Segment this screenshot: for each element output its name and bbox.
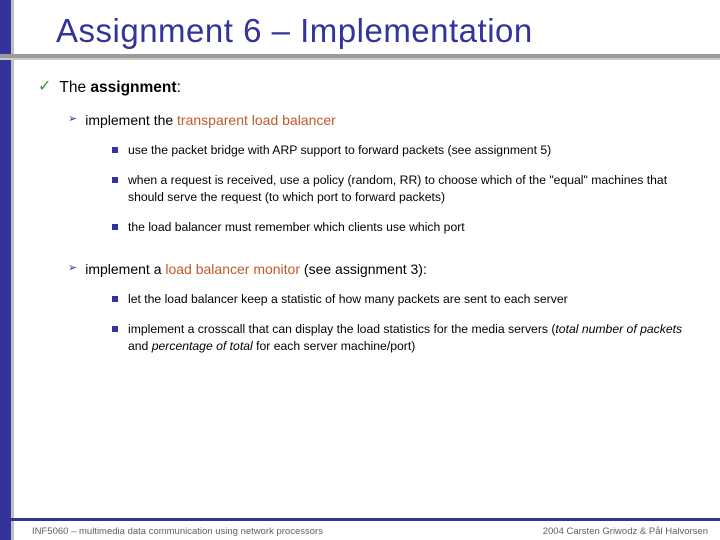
checkmark-icon: ✓: [38, 79, 51, 99]
bullet-level3: the load balancer must remember which cl…: [112, 219, 700, 235]
l3-text-3: the load balancer must remember which cl…: [128, 219, 465, 235]
bullet-level1: ✓ The assignment:: [38, 78, 700, 99]
l1-pre: The: [59, 79, 90, 96]
footer-divider: [0, 518, 720, 521]
b5-mid: and: [128, 339, 152, 353]
level2-text: implement the transparent load balancer: [85, 111, 336, 130]
footer-right-text: 2004 Carsten Griwodz & Pål Halvorsen: [543, 526, 708, 537]
slide: Assignment 6 – Implementation ✓ The assi…: [0, 0, 720, 540]
b5-italic-2: percentage of total: [152, 339, 253, 353]
b5-pre: implement a crosscall that can display t…: [128, 322, 555, 336]
l3-text-4: let the load balancer keep a statistic o…: [128, 291, 568, 307]
l3-text-1: use the packet bridge with ARP support t…: [128, 142, 551, 158]
l1-bold: assignment: [90, 79, 176, 96]
l2a-pre: implement the: [85, 112, 177, 128]
square-icon: [112, 296, 118, 302]
l2b-pre: implement a: [85, 261, 165, 277]
square-icon: [112, 177, 118, 183]
l3-text-5: implement a crosscall that can display t…: [128, 321, 694, 354]
b5-italic-1: total number of packets: [555, 322, 682, 336]
bullet-level2: ➢ implement a load balancer monitor (see…: [68, 260, 700, 279]
level2-text-2: implement a load balancer monitor (see a…: [85, 260, 427, 279]
bullet-level3: when a request is received, use a policy…: [112, 172, 700, 205]
l2a-keyword: transparent load balancer: [177, 112, 336, 128]
l1-after: :: [177, 79, 181, 96]
bullet-level2: ➢ implement the transparent load balance…: [68, 111, 700, 130]
slide-title: Assignment 6 – Implementation: [56, 12, 700, 50]
square-icon: [112, 224, 118, 230]
level1-text: The assignment:: [59, 78, 180, 99]
l2b-post: (see assignment 3):: [300, 261, 427, 277]
bullet-level3: let the load balancer keep a statistic o…: [112, 291, 700, 307]
b5-post: for each server machine/port): [253, 339, 416, 353]
footer-left-text: INF5060 – multimedia data communication …: [32, 526, 323, 537]
bullet-level3: implement a crosscall that can display t…: [112, 321, 700, 354]
square-icon: [112, 147, 118, 153]
square-icon: [112, 326, 118, 332]
title-area: Assignment 6 – Implementation: [0, 0, 720, 54]
content-area: ✓ The assignment: ➢ implement the transp…: [0, 54, 720, 354]
l3-text-2: when a request is received, use a policy…: [128, 172, 694, 205]
arrow-icon: ➢: [68, 262, 77, 279]
arrow-icon: ➢: [68, 113, 77, 130]
footer: INF5060 – multimedia data communication …: [0, 518, 720, 540]
l2b-keyword: load balancer monitor: [165, 261, 300, 277]
bullet-level3: use the packet bridge with ARP support t…: [112, 142, 700, 158]
